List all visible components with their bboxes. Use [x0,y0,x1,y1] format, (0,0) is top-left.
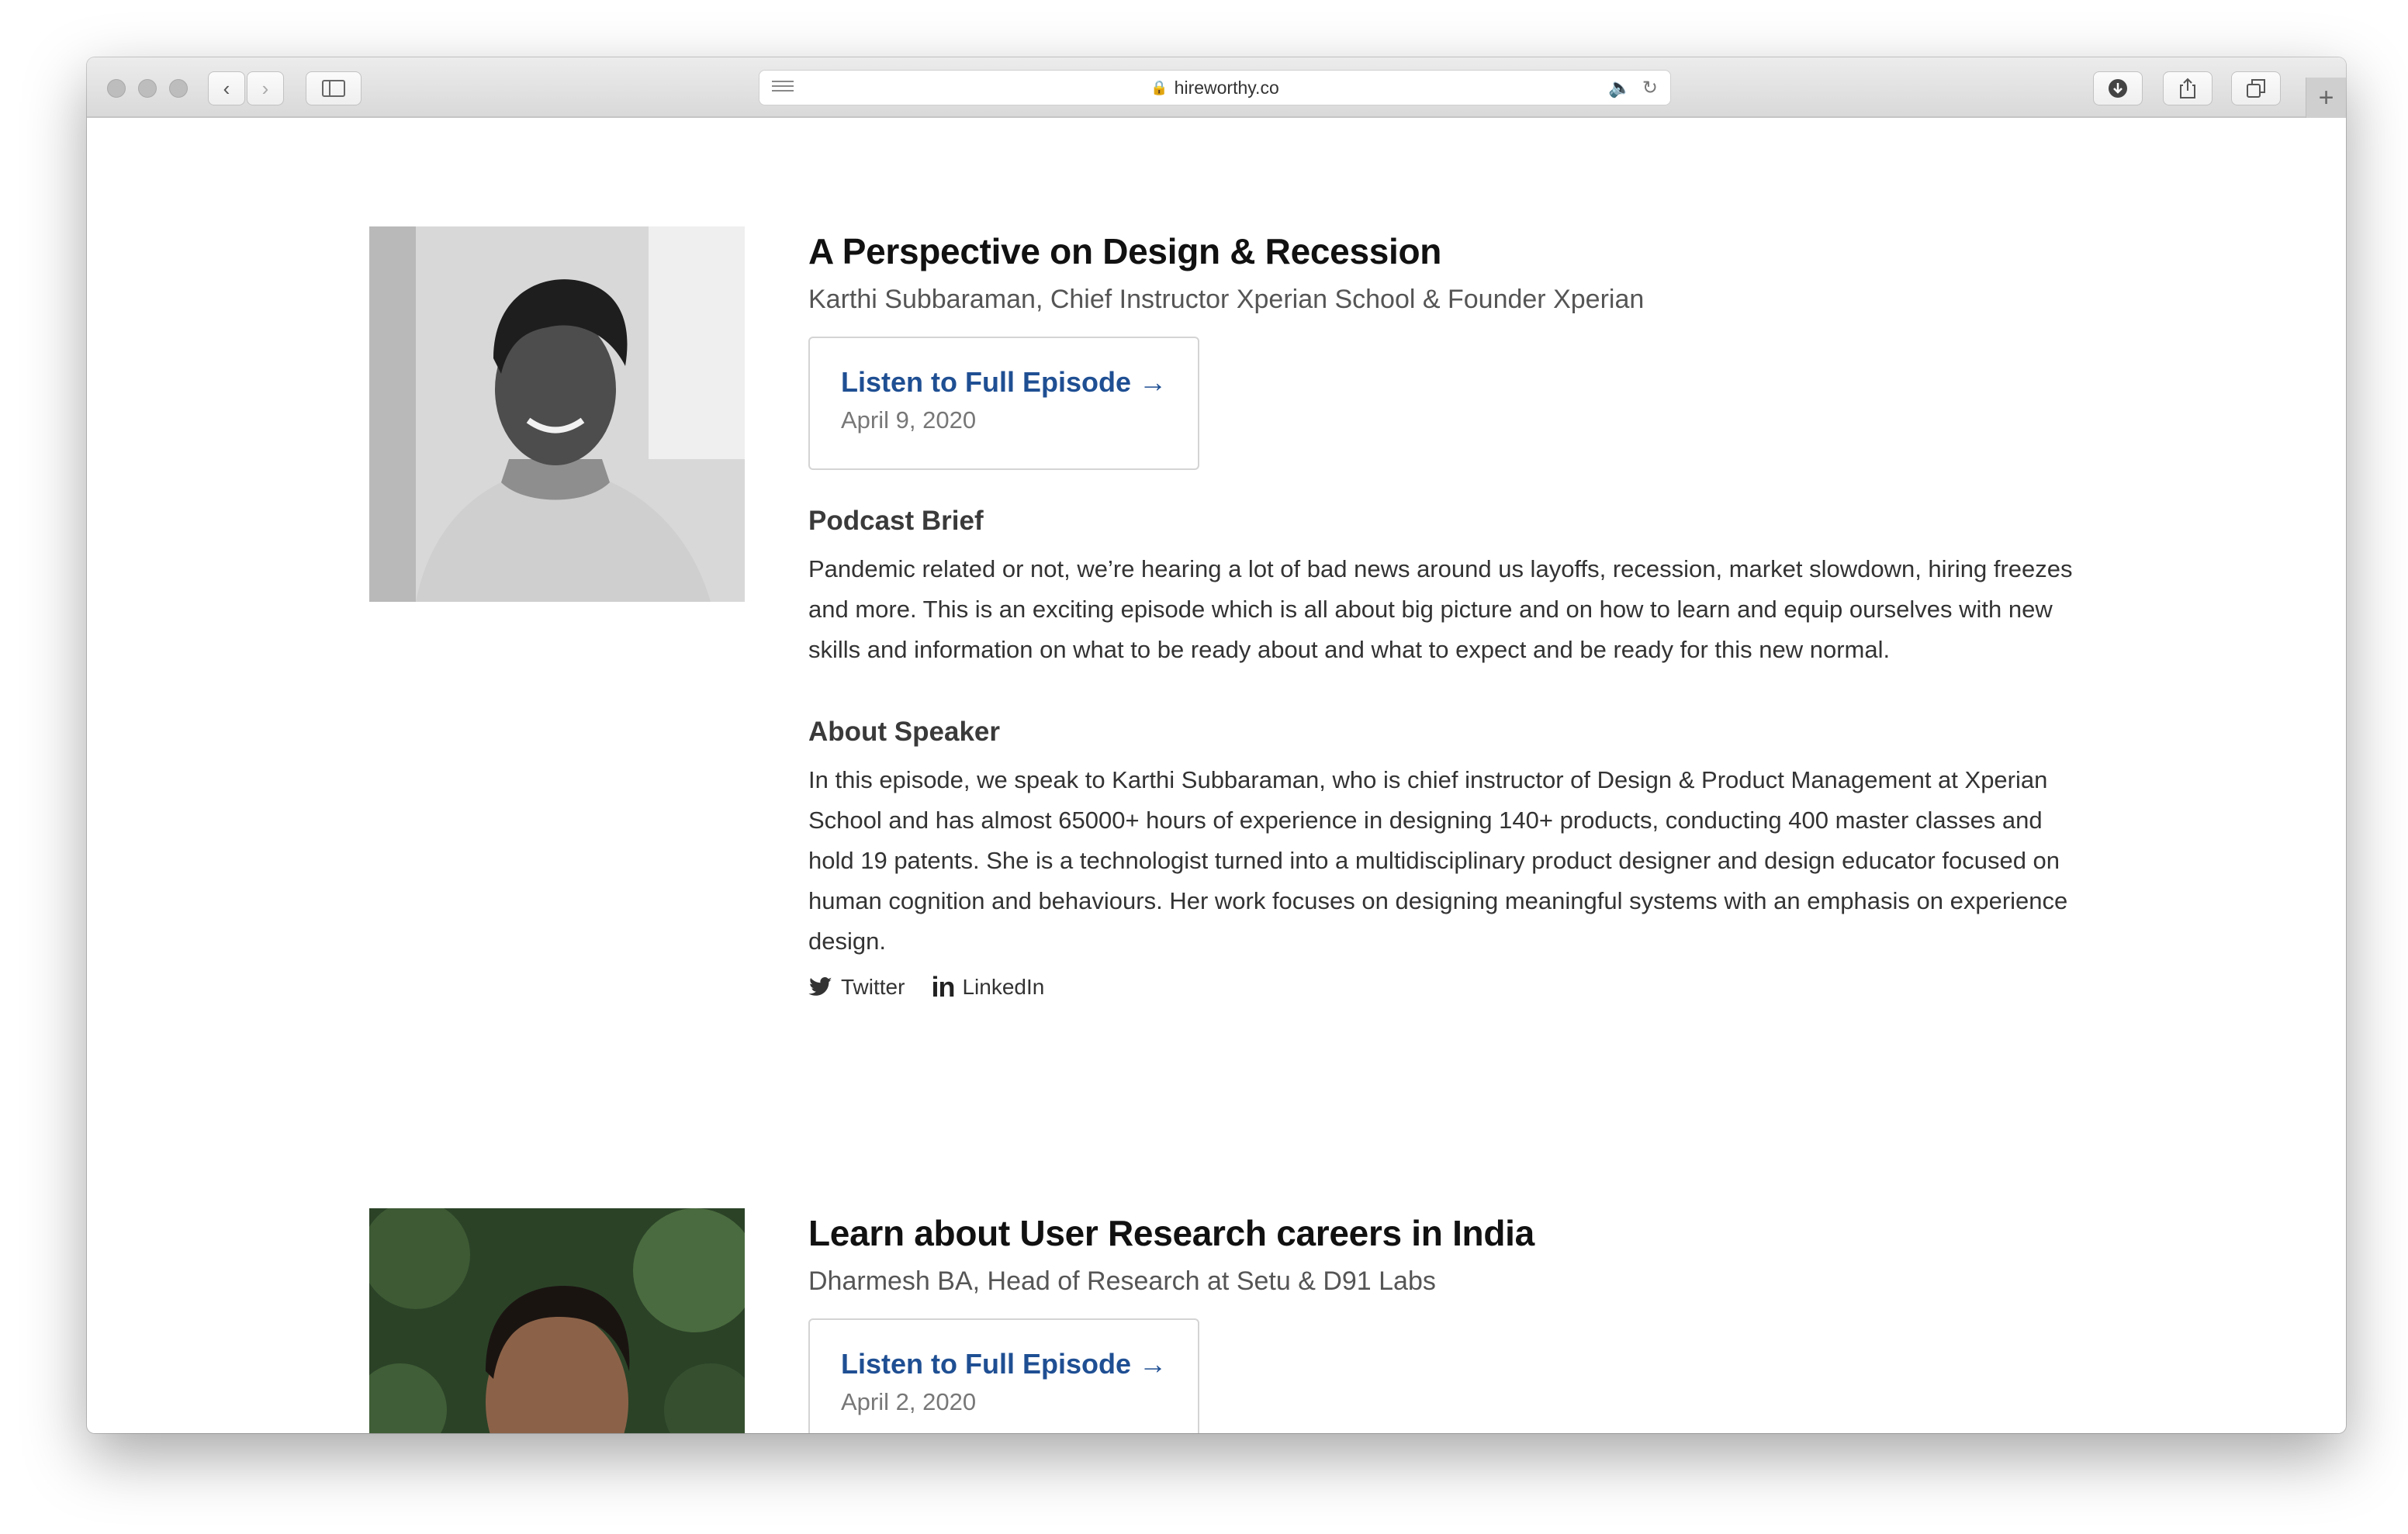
listen-full-episode-link[interactable]: Listen to Full Episode → [841,1348,1198,1380]
speaker-photo [369,1208,745,1433]
episode-speaker: Karthi Subbaraman, Chief Instructor Xper… [808,285,1645,314]
close-window-button[interactable] [107,79,126,98]
browser-toolbar: ‹ › 🔒 hireworthy.co 🔈 ↻ + [87,57,2346,118]
episode-title: A Perspective on Design & Recession [808,231,1442,271]
social-links: Twitter in LinkedIn [808,971,2081,1004]
sidebar-toggle-button[interactable] [306,71,362,105]
episode-title: Learn about User Research careers in Ind… [808,1213,1534,1253]
listen-card: Listen to Full Episode → April 2, 2020 [808,1318,1199,1433]
speaker-photo [369,226,745,602]
page-content: A Perspective on Design & Recession Kart… [87,119,2346,1433]
about-speaker-heading: About Speaker [808,717,1000,747]
speaker-icon[interactable]: 🔈 [1608,77,1631,99]
episode-info: A Perspective on Design & Recession Kart… [808,226,2081,1004]
minimize-window-button[interactable] [138,79,157,98]
forward-button[interactable]: › [247,71,284,105]
podcast-brief-text: Pandemic related or not, we’re hearing a… [808,555,2073,663]
episode-speaker: Dharmesh BA, Head of Research at Setu & … [808,1266,1436,1296]
about-speaker-text: In this episode, we speak to Karthi Subb… [808,766,2068,955]
back-button[interactable]: ‹ [208,71,245,105]
tabs-overview-button[interactable] [2231,71,2281,105]
podcast-brief-heading: Podcast Brief [808,506,984,536]
episode-info: Learn about User Research careers in Ind… [808,1208,2081,1433]
share-icon [2180,78,2195,98]
reload-icon[interactable]: ↻ [1642,77,1658,99]
download-icon [2109,79,2127,98]
sidebar-icon [322,80,345,97]
twitter-link[interactable]: Twitter [808,975,905,1000]
twitter-icon [808,977,832,996]
address-bar[interactable]: 🔒 hireworthy.co 🔈 ↻ [759,70,1671,105]
linkedin-label: LinkedIn [962,975,1045,999]
episode-date: April 9, 2020 [841,406,977,434]
share-button[interactable] [2163,71,2213,105]
downloads-button[interactable] [2093,71,2143,105]
zoom-window-button[interactable] [169,79,188,98]
episode-date: April 2, 2020 [841,1388,977,1415]
twitter-label: Twitter [841,975,905,999]
reader-view-icon[interactable] [772,81,794,96]
chevron-right-icon: › [261,76,269,100]
listen-full-episode-link[interactable]: Listen to Full Episode → [841,366,1198,399]
lock-icon: 🔒 [1150,79,1168,95]
new-tab-button[interactable]: + [2306,78,2346,118]
plus-icon: + [2318,82,2334,112]
linkedin-link[interactable]: in LinkedIn [931,971,1044,1004]
url-text: hireworthy.co [1174,77,1279,98]
tabs-icon [2247,79,2265,98]
browser-window: ‹ › 🔒 hireworthy.co 🔈 ↻ + A Perspective … [87,57,2346,1433]
chevron-left-icon: ‹ [223,76,230,100]
linkedin-icon: in [931,971,955,1003]
listen-card: Listen to Full Episode → April 9, 2020 [808,337,1199,470]
